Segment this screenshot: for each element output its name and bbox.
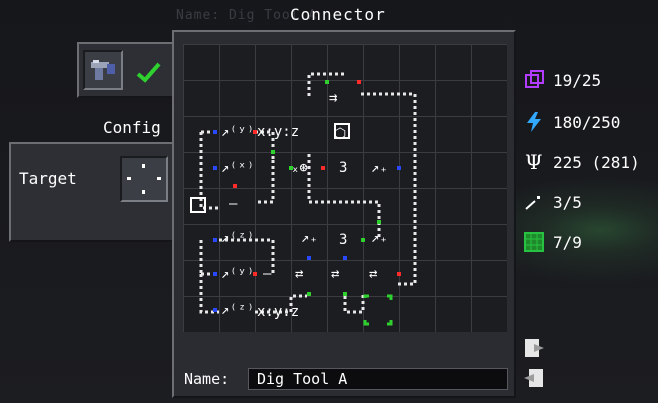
- vector-construct-node-2[interactable]: x:y:z: [257, 304, 299, 320]
- stat-cost-value: 225 (281): [553, 152, 640, 172]
- raycast-node-4[interactable]: ↗⁽ʸ⁾: [221, 266, 255, 282]
- stat-projection: 3/5: [523, 190, 582, 214]
- mine-node-2[interactable]: ⇄: [331, 266, 339, 282]
- dice-node[interactable]: ⬡: [334, 123, 350, 142]
- caster-node[interactable]: [190, 197, 206, 213]
- raycast-node-5[interactable]: ↗⁽ᶻ⁾: [221, 302, 255, 318]
- stat-bandwidth-value: 7/9: [553, 232, 582, 252]
- name-field[interactable]: [248, 368, 508, 390]
- add-node-1[interactable]: ↗₊: [371, 160, 388, 176]
- config-label: Config: [103, 118, 161, 137]
- subtract-node-1[interactable]: —: [229, 196, 238, 212]
- wand-icon: [525, 196, 540, 210]
- vector-multiply-node[interactable]: ₓ⊛: [291, 160, 308, 176]
- constant-node-b[interactable]: 3: [339, 232, 347, 248]
- stat-potency: 180/250: [523, 110, 620, 134]
- cube-icon: [525, 70, 544, 88]
- vector-construct-node-1[interactable]: x:y:z: [257, 124, 299, 140]
- grid-block-icon: [524, 232, 544, 252]
- stat-complexity-value: 19/25: [553, 70, 602, 90]
- node-set-0[interactable]: ⇉: [329, 90, 337, 106]
- grid-cursor[interactable]: [363, 294, 393, 326]
- constant-node-a[interactable]: 3: [339, 160, 347, 176]
- add-node-3[interactable]: ↗₊: [371, 230, 388, 246]
- stat-cost: Ψ 225 (281): [523, 150, 640, 174]
- raycast-node-2[interactable]: ↗⁽ˣ⁾: [221, 160, 255, 176]
- spell-graph[interactable]: ⇉ ⬡ ↗⁽ʸ⁾ x:y:z ↗⁽ˣ⁾ ₓ⊛ 3 ↗₊ — ↗⁽ᶻ⁾ ↗₊ 3 …: [183, 44, 507, 332]
- mine-node-3[interactable]: ⇄: [369, 266, 377, 282]
- mine-node-1[interactable]: ⇄: [295, 266, 303, 282]
- svg-text:Ψ: Ψ: [525, 151, 543, 173]
- confirm-checkmark-icon[interactable]: [134, 58, 164, 86]
- stat-potency-value: 180/250: [553, 112, 621, 132]
- stat-bandwidth: 7/9: [523, 230, 582, 254]
- window-title: Connector: [290, 5, 386, 24]
- lightning-icon: [527, 112, 541, 132]
- stat-complexity: 19/25: [523, 68, 601, 92]
- import-icon[interactable]: [522, 366, 546, 390]
- subtract-node-2[interactable]: —: [263, 266, 272, 282]
- raycast-node-1[interactable]: ↗⁽ʸ⁾: [221, 124, 255, 140]
- add-node-2[interactable]: ↗₊: [301, 230, 318, 246]
- raycast-node-3[interactable]: ↗⁽ᶻ⁾: [221, 230, 255, 246]
- psi-icon: Ψ: [525, 151, 543, 173]
- svg-text:⬡: ⬡: [334, 126, 346, 142]
- target-selector[interactable]: [120, 156, 168, 202]
- crosshair-icon: [127, 164, 161, 194]
- tool-slot[interactable]: [83, 50, 123, 90]
- name-label: Name:: [184, 370, 230, 388]
- target-label: Target: [19, 169, 77, 188]
- stat-projection-value: 3/5: [553, 192, 582, 212]
- spell-tool-icon: [91, 60, 115, 80]
- export-icon[interactable]: [522, 336, 546, 360]
- vector-node[interactable]: ⇉: [329, 90, 337, 106]
